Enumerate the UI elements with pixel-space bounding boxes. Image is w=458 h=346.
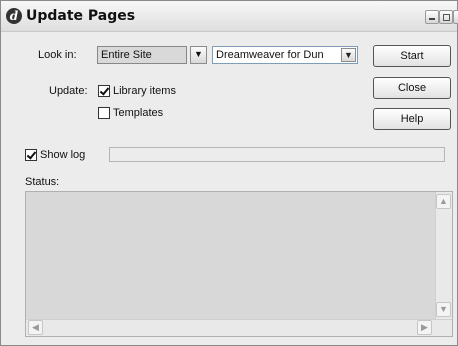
arrow-left-icon[interactable]: ◀ <box>28 320 43 335</box>
library-items-label[interactable]: Library items <box>113 85 176 97</box>
arrow-right-icon[interactable]: ▶ <box>417 320 432 335</box>
close-button[interactable]: Close <box>373 77 451 99</box>
window-title: Update Pages <box>26 8 136 24</box>
look-in-label: Look in: <box>38 49 77 61</box>
status-log-area[interactable]: ▲ ▼ ◀ ▶ <box>25 191 453 337</box>
chevron-down-icon[interactable]: ▼ <box>190 46 207 64</box>
show-log-checkbox[interactable] <box>25 149 37 161</box>
show-log-label[interactable]: Show log <box>40 149 85 161</box>
minimize-button[interactable] <box>425 10 439 24</box>
site-select[interactable]: Dreamweaver for Dun ▼ <box>212 46 358 64</box>
start-button[interactable]: Start <box>373 45 451 67</box>
progress-bar <box>109 147 445 162</box>
horizontal-scrollbar[interactable]: ◀ ▶ <box>26 319 452 336</box>
arrow-up-icon[interactable]: ▲ <box>436 194 451 209</box>
chevron-down-icon[interactable]: ▼ <box>341 48 356 62</box>
close-window-button[interactable] <box>453 10 458 24</box>
arrow-down-icon[interactable]: ▼ <box>436 302 451 317</box>
dreamweaver-logo-icon: d <box>6 8 22 24</box>
templates-label[interactable]: Templates <box>113 107 163 119</box>
maximize-button[interactable] <box>439 10 453 24</box>
look-in-select[interactable]: Entire Site <box>97 46 187 64</box>
status-label: Status: <box>25 176 60 188</box>
update-pages-dialog: d Update Pages Look in: Entire Site ▼ Dr… <box>0 0 458 346</box>
title-bar[interactable]: d Update Pages <box>1 1 458 32</box>
vertical-scrollbar[interactable]: ▲ ▼ <box>435 192 452 320</box>
site-value: Dreamweaver for Dun <box>216 49 324 61</box>
update-label: Update: <box>49 85 88 97</box>
library-items-checkbox[interactable] <box>98 85 110 97</box>
help-button[interactable]: Help <box>373 108 451 130</box>
templates-checkbox[interactable] <box>98 107 110 119</box>
look-in-value: Entire Site <box>101 49 152 61</box>
